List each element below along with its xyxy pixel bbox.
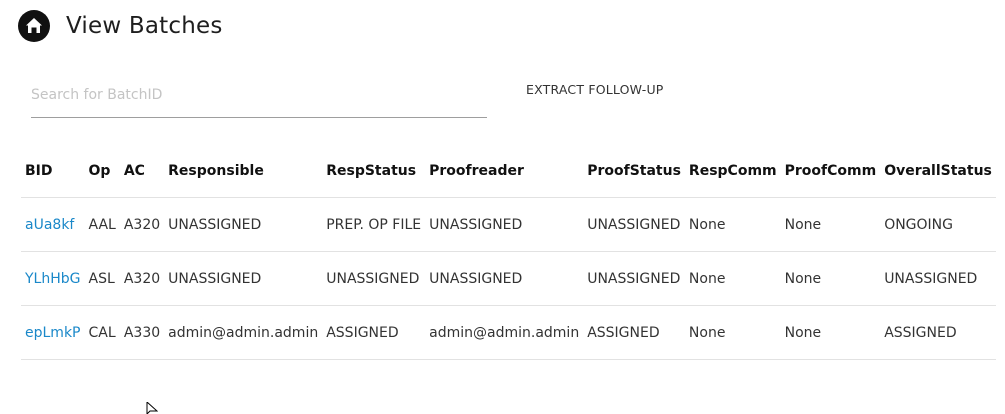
- cell-resp-comm: None: [684, 197, 781, 252]
- home-icon[interactable]: [18, 10, 50, 42]
- table-row: YLhHbG ASL A320 UNASSIGNED UNASSIGNED UN…: [21, 251, 996, 306]
- column-header-resp-comm[interactable]: RespComm: [684, 145, 781, 198]
- column-header-proof-status[interactable]: ProofStatus: [583, 145, 685, 198]
- cell-overall-status: ONGOING: [880, 197, 996, 252]
- cell-responsible: admin@admin.admin: [164, 305, 323, 360]
- mouse-cursor-icon: [146, 402, 158, 414]
- cell-bid: YLhHbG: [21, 251, 85, 306]
- cell-op: AAL: [84, 197, 120, 252]
- column-header-responsible[interactable]: Responsible: [164, 145, 323, 198]
- cell-proof-status: UNASSIGNED: [583, 197, 685, 252]
- cell-proofreader: UNASSIGNED: [425, 251, 584, 306]
- cell-proof-comm: None: [780, 251, 881, 306]
- search-input[interactable]: [31, 76, 487, 114]
- page-title: View Batches: [66, 13, 223, 39]
- batch-id-link[interactable]: epLmkP: [25, 325, 81, 341]
- cell-proofreader: UNASSIGNED: [425, 197, 584, 252]
- batch-id-link[interactable]: aUa8kf: [25, 217, 74, 233]
- cell-proof-status: ASSIGNED: [583, 305, 685, 360]
- cell-resp-status: UNASSIGNED: [322, 251, 426, 306]
- cell-overall-status: ASSIGNED: [880, 305, 996, 360]
- cell-responsible: UNASSIGNED: [164, 251, 323, 306]
- extract-follow-up-button[interactable]: EXTRACT FOLLOW-UP: [516, 78, 674, 101]
- column-header-bid[interactable]: BID: [21, 145, 85, 198]
- cell-responsible: UNASSIGNED: [164, 197, 323, 252]
- cell-proofreader: admin@admin.admin: [425, 305, 584, 360]
- cell-op: ASL: [84, 251, 120, 306]
- column-header-proofreader[interactable]: Proofreader: [425, 145, 584, 198]
- cell-overall-status: UNASSIGNED: [880, 251, 996, 306]
- page-header: View Batches: [18, 10, 223, 42]
- cell-bid: epLmkP: [21, 305, 85, 360]
- column-header-proof-comm[interactable]: ProofComm: [780, 145, 881, 198]
- cell-proof-status: UNASSIGNED: [583, 251, 685, 306]
- column-header-op[interactable]: Op: [84, 145, 120, 198]
- search-field: [31, 76, 487, 118]
- cell-ac: A320: [119, 197, 165, 252]
- cell-proof-comm: None: [780, 305, 881, 360]
- cell-resp-status: ASSIGNED: [322, 305, 426, 360]
- cell-ac: A320: [119, 251, 165, 306]
- cell-proof-comm: None: [780, 197, 881, 252]
- batches-table: BID Op AC Responsible RespStatus Proofre…: [21, 145, 996, 360]
- cell-resp-comm: None: [684, 251, 781, 306]
- cell-op: CAL: [84, 305, 120, 360]
- column-header-resp-status[interactable]: RespStatus: [322, 145, 426, 198]
- cell-resp-status: PREP. OP FILE: [322, 197, 426, 252]
- cell-resp-comm: None: [684, 305, 781, 360]
- table-header-row: BID Op AC Responsible RespStatus Proofre…: [21, 145, 996, 198]
- column-header-overall-status[interactable]: OverallStatus: [880, 145, 996, 198]
- cell-bid: aUa8kf: [21, 197, 85, 252]
- batch-id-link[interactable]: YLhHbG: [25, 271, 81, 287]
- column-header-ac[interactable]: AC: [119, 145, 165, 198]
- table-row: aUa8kf AAL A320 UNASSIGNED PREP. OP FILE…: [21, 197, 996, 252]
- cell-ac: A330: [119, 305, 165, 360]
- table-row: epLmkP CAL A330 admin@admin.admin ASSIGN…: [21, 305, 996, 360]
